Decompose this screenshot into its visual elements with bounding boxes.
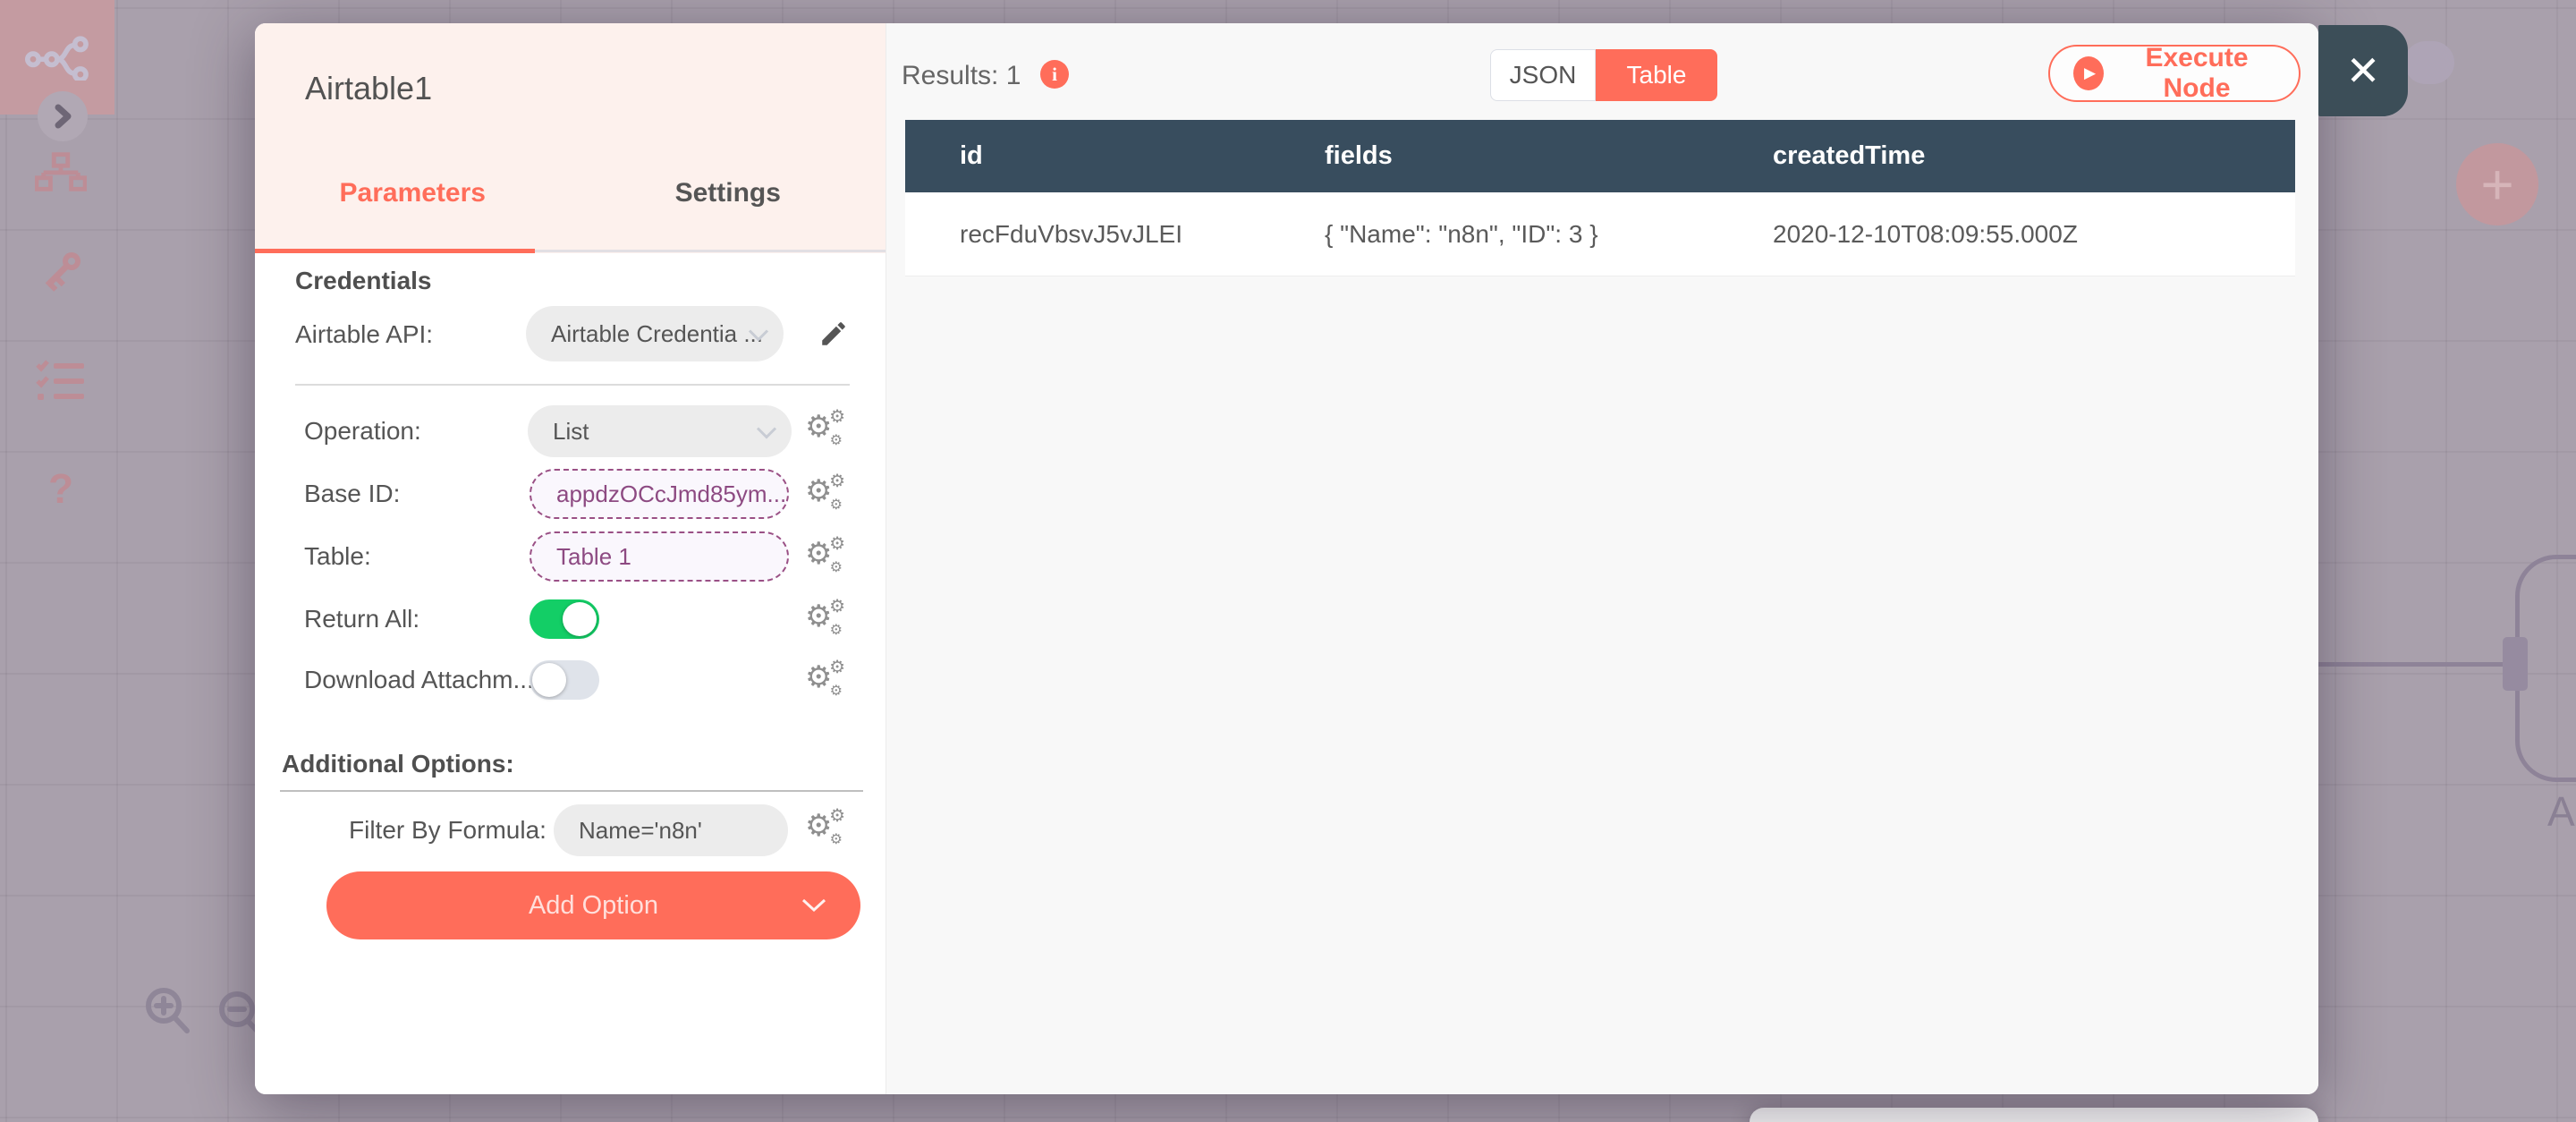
- execute-node-label: Execute Node: [2145, 43, 2249, 103]
- filter-by-formula-value: Name='n8n': [579, 816, 702, 844]
- view-json-button[interactable]: JSON: [1490, 49, 1596, 101]
- table-field-value: Table 1: [556, 542, 631, 570]
- background-pill: [2404, 41, 2454, 84]
- add-option-button[interactable]: Add Option: [326, 871, 860, 939]
- close-icon: ✕: [2345, 47, 2381, 94]
- table-row[interactable]: recFduVbsvJ5vJLEI { "Name": "n8n", "ID":…: [905, 192, 2295, 276]
- return-all-label: Return All:: [304, 605, 420, 633]
- return-all-gear-icon[interactable]: ⚙ ⚙ ⚙: [805, 598, 848, 641]
- help-icon[interactable]: ?: [34, 462, 88, 515]
- toggle-knob: [532, 663, 566, 697]
- operation-select-value: List: [553, 417, 589, 445]
- results-count: Results: 1: [902, 61, 1021, 90]
- options-divider: [280, 790, 863, 792]
- credential-select[interactable]: Airtable Credentia ...: [526, 306, 784, 361]
- n8n-app: ? + A Airtable1 Parameters Settings Cred…: [0, 0, 2576, 1122]
- view-toggle: JSON Table: [1490, 49, 1717, 101]
- workflows-icon[interactable]: [34, 145, 88, 199]
- chevron-down-icon: [748, 320, 769, 348]
- canvas-node-label: A: [2547, 788, 2575, 835]
- view-table-button[interactable]: Table: [1596, 49, 1717, 101]
- column-header-fields: fields: [1325, 141, 1393, 170]
- panel-header: Airtable1 Parameters Settings: [255, 23, 886, 253]
- toggle-knob: [563, 602, 597, 636]
- chevron-down-icon: [801, 898, 826, 913]
- chevron-right-icon: [55, 104, 72, 129]
- n8n-logo-icon: [25, 36, 89, 81]
- additional-options-heading: Additional Options:: [282, 750, 514, 778]
- cell-id: recFduVbsvJ5vJLEI: [960, 219, 1182, 248]
- table-label: Table:: [304, 542, 371, 570]
- edit-credential-icon[interactable]: [818, 319, 849, 349]
- node-input-connector[interactable]: [2503, 637, 2528, 691]
- info-icon[interactable]: i: [1040, 60, 1069, 89]
- filter-by-formula-field[interactable]: Name='n8n': [554, 804, 788, 856]
- download-attachments-toggle[interactable]: [530, 660, 599, 700]
- connection-line: [2318, 662, 2504, 667]
- cell-createdtime: 2020-12-10T08:09:55.000Z: [1773, 219, 2078, 248]
- credential-label: Airtable API:: [295, 320, 434, 348]
- base-id-label: Base ID:: [304, 480, 401, 507]
- operation-select[interactable]: List: [528, 405, 792, 457]
- panel-tabs: Parameters Settings: [255, 157, 886, 229]
- cell-fields: { "Name": "n8n", "ID": 3 }: [1325, 219, 1598, 248]
- filter-gear-icon[interactable]: ⚙ ⚙ ⚙: [805, 807, 848, 850]
- bottom-card: [1750, 1108, 2318, 1122]
- download-attachments-label: Download Attachm...: [304, 666, 534, 693]
- operation-label: Operation:: [304, 417, 421, 445]
- tab-active-underline: [255, 249, 535, 253]
- table-field[interactable]: Table 1: [530, 531, 789, 582]
- credentials-key-icon[interactable]: [34, 245, 88, 299]
- tab-parameters[interactable]: Parameters: [255, 157, 571, 229]
- section-divider: [295, 384, 850, 386]
- node-title: Airtable1: [305, 70, 433, 106]
- tab-settings[interactable]: Settings: [571, 157, 886, 229]
- base-id-gear-icon[interactable]: ⚙ ⚙ ⚙: [805, 472, 848, 515]
- chevron-down-icon: [756, 418, 777, 446]
- parameters-panel: Airtable1 Parameters Settings Credential…: [255, 23, 886, 1094]
- base-id-value: appdzOCcJmd85ym...: [556, 480, 787, 507]
- play-icon: ▶: [2073, 56, 2105, 90]
- sidebar-expand-button[interactable]: [38, 91, 88, 141]
- executions-list-icon[interactable]: [34, 354, 88, 408]
- zoom-in-button[interactable]: [140, 982, 197, 1040]
- column-header-createdtime: createdTime: [1773, 141, 1926, 170]
- return-all-toggle[interactable]: [530, 599, 599, 639]
- node-details-modal: Airtable1 Parameters Settings Credential…: [255, 23, 2408, 1094]
- results-table: id fields createdTime recFduVbsvJ5vJLEI …: [905, 120, 2295, 276]
- add-node-button[interactable]: +: [2456, 143, 2538, 225]
- download-gear-icon[interactable]: ⚙ ⚙ ⚙: [805, 659, 848, 701]
- table-gear-icon[interactable]: ⚙ ⚙ ⚙: [805, 535, 848, 578]
- credentials-heading: Credentials: [295, 267, 432, 294]
- operation-gear-icon[interactable]: ⚙ ⚙ ⚙: [805, 408, 848, 451]
- close-modal-button[interactable]: ✕: [2318, 25, 2408, 116]
- column-header-id: id: [960, 141, 983, 170]
- table-header-row: id fields createdTime: [905, 120, 2295, 192]
- execute-node-button[interactable]: ▶ Execute Node: [2048, 43, 2301, 103]
- credential-select-value: Airtable Credentia ...: [551, 319, 764, 347]
- base-id-field[interactable]: appdzOCcJmd85ym...: [530, 469, 789, 519]
- filter-by-formula-label: Filter By Formula:: [349, 816, 547, 844]
- add-option-label: Add Option: [528, 890, 659, 920]
